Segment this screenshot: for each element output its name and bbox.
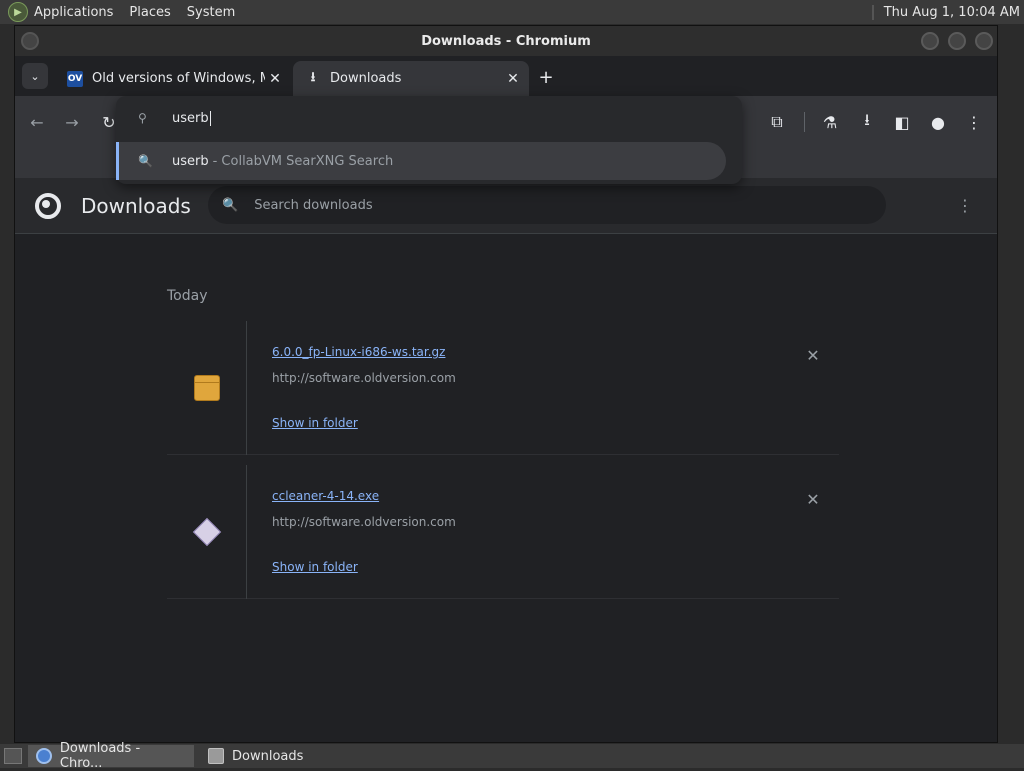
section-date-today: Today [167, 288, 208, 304]
download-item-icon-cell [167, 465, 247, 599]
remove-download-icon[interactable]: ✕ [803, 345, 823, 365]
chrome-logo-icon [35, 192, 61, 219]
suggestion-source: - CollabVM SearXNG Search [212, 153, 394, 169]
downloads-page: Downloads 🔍 ⋮ Today 6.0.0_fp-Linux-i686-… [15, 178, 997, 742]
omnibox-input-row[interactable]: ⚲ userb [116, 96, 742, 140]
downloads-header: Downloads 🔍 ⋮ [15, 178, 997, 234]
taskbar-item-label: Downloads - Chro... [59, 741, 141, 771]
taskbar-item-chromium[interactable]: Downloads - Chro... [28, 741, 194, 771]
omnibox-dropdown: ⚲ userb 🔍 userb - CollabVM SearXNG Searc… [116, 96, 742, 184]
toolbar-separator [804, 112, 805, 132]
window-menu-button[interactable] [21, 32, 39, 50]
download-favicon-icon: ⭳ [310, 69, 316, 85]
chevron-down-icon: ⌄ [30, 69, 40, 83]
clock[interactable]: Thu Aug 1, 10:04 AM [871, 4, 1020, 20]
download-source-url: http://software.oldversion.com [272, 371, 456, 385]
chromium-icon [36, 748, 52, 764]
download-file-name-link[interactable]: 6.0.0_fp-Linux-i686-ws.tar.gz [272, 345, 445, 359]
menu-system[interactable]: System [187, 5, 235, 20]
forward-button[interactable]: → [58, 108, 86, 136]
download-item: 6.0.0_fp-Linux-i686-ws.tar.gz http://sof… [167, 321, 839, 455]
taskbar-item-label: Downloads [232, 748, 304, 764]
suggestion-query: userb [172, 153, 209, 169]
extensions-puzzle-icon[interactable]: ⧉ [763, 108, 791, 136]
more-actions-icon[interactable]: ⋮ [957, 196, 973, 215]
search-downloads-box[interactable]: 🔍 [208, 186, 886, 224]
minimize-button[interactable] [921, 32, 939, 50]
download-item-icon-cell [167, 321, 247, 455]
tab-title: Downloads [330, 71, 402, 86]
window-titlebar[interactable]: Downloads - Chromium [15, 26, 997, 56]
search-engine-icon: ⚲ [138, 111, 147, 125]
selection-indicator [116, 142, 119, 180]
back-button[interactable]: ← [23, 108, 51, 136]
omnibox-input[interactable]: userb [172, 111, 209, 126]
folder-icon [208, 748, 224, 764]
exe-icon [192, 517, 221, 547]
search-downloads-input[interactable] [254, 197, 815, 213]
taskbar-item-downloads-folder[interactable]: Downloads [200, 745, 311, 767]
tab-strip: ⌄ OV Old versions of Windows, Ma ✕ ⭳ Dow… [15, 56, 997, 96]
package-icon [193, 375, 220, 401]
downloads-icon[interactable]: ⭳ [853, 108, 881, 136]
page-title: Downloads [81, 193, 191, 218]
omnibox-suggestion[interactable]: 🔍 userb - CollabVM SearXNG Search [116, 142, 726, 180]
close-window-button[interactable] [975, 32, 993, 50]
maximize-button[interactable] [948, 32, 966, 50]
search-icon: 🔍 [222, 197, 239, 213]
taskbar: Downloads - Chro... Downloads [0, 741, 1024, 771]
download-file-name-link[interactable]: ccleaner-4-14.exe [272, 489, 379, 503]
show-in-folder-link[interactable]: Show in folder [272, 416, 358, 430]
show-in-folder-link[interactable]: Show in folder [272, 560, 358, 574]
labs-flask-icon[interactable]: ⚗ [816, 108, 844, 136]
search-icon: 🔍 [138, 154, 153, 168]
menu-applications[interactable]: Applications [34, 5, 113, 20]
window-title: Downloads - Chromium [421, 33, 591, 49]
tab-title: Old versions of Windows, Ma [92, 71, 265, 86]
menu-places[interactable]: Places [129, 5, 170, 20]
text-caret [209, 110, 211, 126]
new-tab-button[interactable]: + [535, 66, 557, 88]
download-source-url: http://software.oldversion.com [272, 515, 456, 529]
close-tab-icon[interactable]: ✕ [503, 69, 523, 89]
remove-download-icon[interactable]: ✕ [803, 489, 823, 509]
tab-search-button[interactable]: ⌄ [22, 63, 48, 89]
profile-icon[interactable]: ● [924, 108, 952, 136]
top-panel: ▶ Applications Places System Thu Aug 1, … [0, 0, 1024, 24]
show-desktop-button[interactable] [4, 748, 22, 764]
tab-oldversion[interactable]: OV Old versions of Windows, Ma ✕ [55, 61, 291, 96]
download-item: ccleaner-4-14.exe http://software.oldver… [167, 465, 839, 599]
close-tab-icon[interactable]: ✕ [265, 69, 285, 89]
oldversion-favicon-icon: OV [67, 70, 83, 87]
distro-logo-icon[interactable]: ▶ [8, 2, 28, 22]
side-panel-icon[interactable]: ◧ [888, 108, 916, 136]
tab-downloads[interactable]: ⭳ Downloads ✕ [293, 61, 529, 96]
chrome-menu-icon[interactable]: ⋮ [960, 108, 988, 136]
